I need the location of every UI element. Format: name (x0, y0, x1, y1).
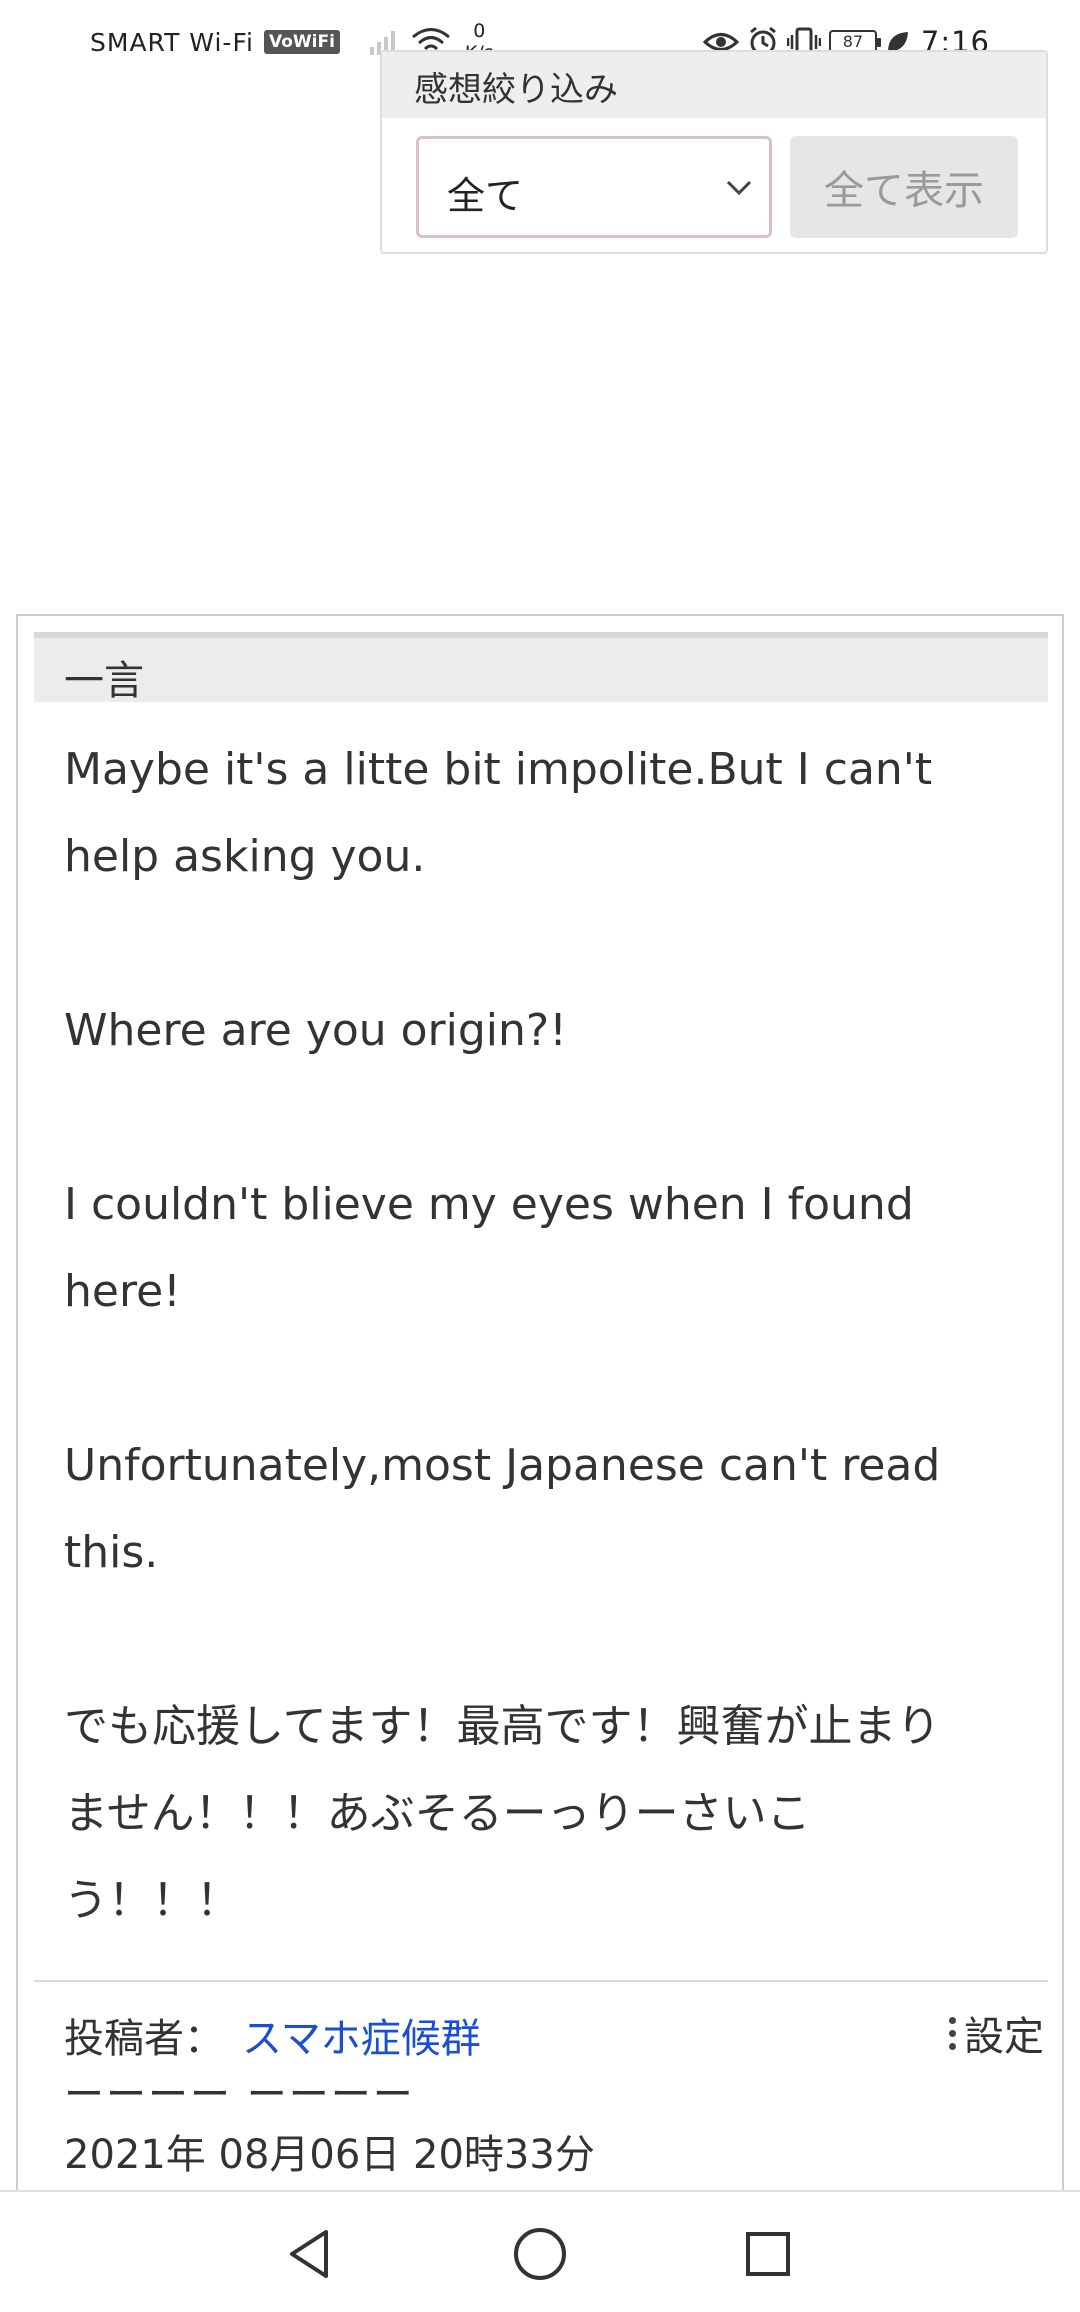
comment-header-title: 一言 (64, 658, 144, 704)
show-all-button[interactable]: 全て表示 (790, 136, 1018, 238)
comment-line: Where are you origin?! (64, 1005, 567, 1056)
comment-card: 一言 Maybe it's a litte bit impolite.But I… (16, 614, 1064, 2214)
filter-header: 感想絞り込み (382, 52, 1046, 118)
poster-row: 投稿者： スマホ症候群 設定 (64, 2000, 1044, 2062)
comment-body: Maybe it's a litte bit impolite.But I ca… (64, 726, 1044, 1944)
chevron-down-icon (725, 179, 753, 201)
net-speed-value: 0 (473, 20, 486, 42)
vowifi-badge: VoWiFi (263, 30, 340, 54)
comment-line: でも応援してます！最高です！興奮が止まり (64, 1701, 941, 1752)
comment-line: I couldn't blieve my eyes when I found (64, 1179, 914, 1230)
comment-line: う！！！ (64, 1875, 240, 1926)
poster-label: 投稿者： (64, 2016, 224, 2062)
home-icon[interactable] (508, 2222, 572, 2286)
poster-separator: ーーーー ーーーー (64, 2072, 415, 2118)
post-date: 2021年 08月06日 20時33分 (64, 2132, 595, 2178)
settings-button[interactable]: 設定 (949, 2004, 1044, 2062)
filter-title: 感想絞り込み (414, 70, 618, 110)
navigation-bar (0, 2190, 1080, 2312)
recent-apps-icon[interactable] (736, 2222, 800, 2286)
comment-line: ません！！！あぶそるーっりーさいこ (64, 1788, 811, 1839)
comment-line: help asking you. (64, 831, 426, 882)
comment-line-blank (64, 1074, 1044, 1161)
comment-line-blank (64, 1596, 1044, 1683)
comment-line: this. (64, 1527, 159, 1578)
comment-filter-panel: 感想絞り込み 全て 全て表示 (380, 50, 1048, 254)
settings-label: 設定 (964, 2014, 1044, 2060)
divider (34, 1980, 1048, 1982)
comment-line-blank (64, 1335, 1044, 1422)
comment-line: here! (64, 1266, 181, 1317)
comment-line-blank (64, 900, 1044, 987)
back-icon[interactable] (278, 2222, 342, 2286)
comment-line: Unfortunately,most Japanese can't read (64, 1440, 941, 1491)
filter-select-value: 全て (447, 174, 524, 218)
kebab-menu-icon (949, 2016, 956, 2050)
carrier-name: SMART Wi-Fi (90, 27, 254, 57)
comment-header: 一言 (34, 632, 1048, 704)
filter-select[interactable]: 全て (416, 136, 772, 238)
poster-name-link[interactable]: スマホ症候群 (242, 2006, 481, 2064)
comment-line: Maybe it's a litte bit impolite.But I ca… (64, 744, 933, 795)
